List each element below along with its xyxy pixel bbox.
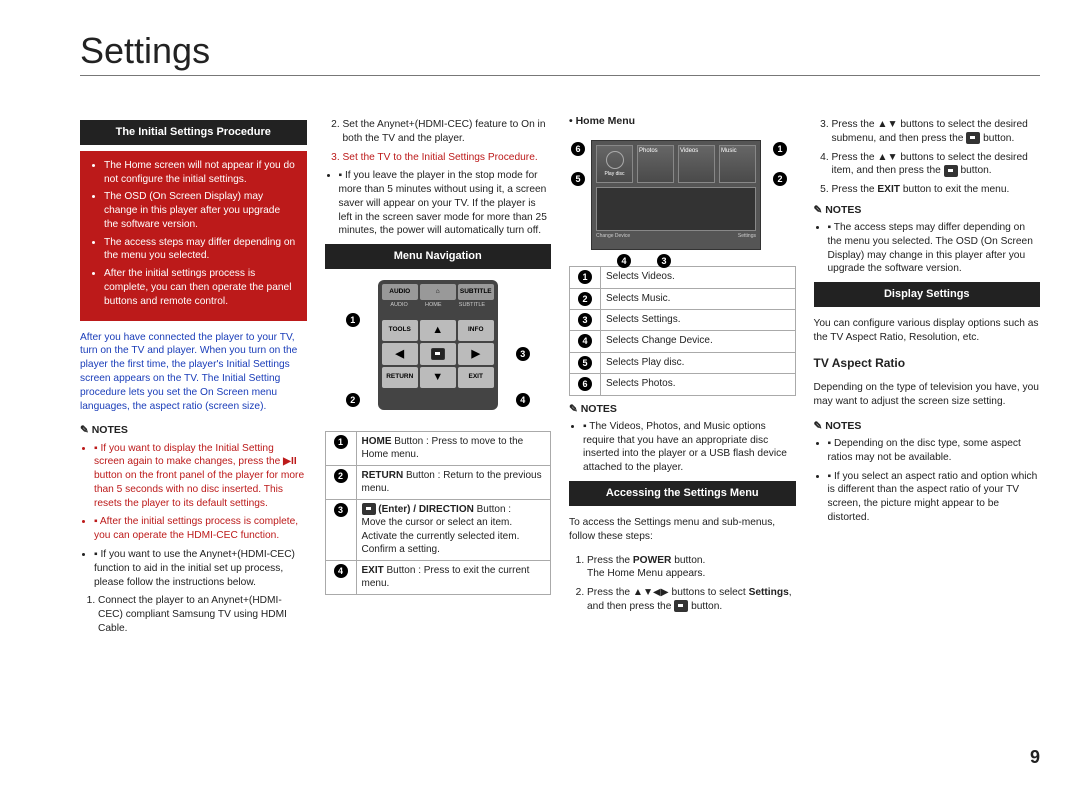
btn-home: ⌂ (420, 284, 456, 300)
red-item: The access steps may differ depending on… (104, 236, 297, 264)
list-item: Press the ▲▼ buttons to select the desir… (832, 151, 1041, 179)
header-menu-nav: Menu Navigation (325, 244, 552, 269)
note-item: After the initial settings process is co… (94, 515, 307, 543)
notes-heading: NOTES (569, 402, 796, 416)
column-3: • Home Menu 1 2 3 4 5 6 Play disc Photos… (569, 114, 796, 641)
tile-large (596, 187, 756, 231)
callout: 6 (571, 142, 585, 156)
home-menu-label: • Home Menu (569, 114, 796, 128)
callout-1: 1 (346, 313, 360, 327)
list-item: Set the Anynet+(HDMI-CEC) feature to On … (343, 118, 552, 146)
callout: 5 (571, 172, 585, 186)
notes-list: If you want to display the Initial Setti… (80, 442, 307, 590)
note-item: The Videos, Photos, and Music options re… (583, 420, 796, 475)
list-item: Connect the player to an Anynet+(HDMI-CE… (98, 594, 307, 635)
remote-diagram: 1 2 3 4 AUDIO ⌂ SUBTITLE AUDIO HOME SUBT… (343, 275, 533, 425)
list-item: Press the ▲▼ buttons to select the desir… (832, 118, 1041, 146)
callout: 1 (773, 142, 787, 156)
red-item: After the initial settings process is co… (104, 267, 297, 308)
column-4: Press the ▲▼ buttons to select the desir… (814, 114, 1041, 641)
column-1: The Initial Settings Procedure The Home … (80, 114, 307, 641)
callout-3: 3 (516, 347, 530, 361)
btn-down: ▼ (420, 367, 456, 388)
table-row: 2RETURN Button : Return to the previous … (325, 465, 551, 499)
list-item: Press the ▲▼◀▶ buttons to select Setting… (587, 586, 796, 614)
note-item: If you want to use the Anynet+(HDMI-CEC)… (94, 548, 307, 589)
note-item: The access steps may differ depending on… (828, 221, 1041, 276)
tile-photos: Photos (637, 145, 674, 183)
btn-up: ▲ (420, 320, 456, 341)
notes-heading: NOTES (814, 419, 1041, 433)
list-item: Press the EXIT button to exit the menu. (832, 183, 1041, 197)
sub-ordered-list: Connect the player to an Anynet+(HDMI-CE… (80, 594, 307, 635)
display-intro: You can configure various display option… (814, 317, 1041, 345)
note-item: If you select an aspect ratio and option… (828, 470, 1041, 525)
header-initial-settings: The Initial Settings Procedure (80, 120, 307, 145)
btn-tools: TOOLS (382, 320, 418, 341)
btn-return: RETURN (382, 367, 418, 388)
column-2: Set the Anynet+(HDMI-CEC) feature to On … (325, 114, 552, 641)
home-screen-graphic: Play disc Photos Videos Music Change Dev… (591, 140, 761, 250)
aspect-ratio-heading: TV Aspect Ratio (814, 355, 1041, 371)
btn-left: ◀ (382, 343, 418, 364)
home-legend-table: 1Selects Videos. 2Selects Music. 3Select… (569, 266, 796, 396)
callout-4: 4 (516, 393, 530, 407)
list-item: Press the POWER button.The Home Menu app… (587, 554, 796, 582)
stop-note: If you leave the player in the stop mode… (325, 169, 552, 238)
callout: 2 (773, 172, 787, 186)
rule-line (80, 75, 1040, 76)
note-item: If you want to display the Initial Setti… (94, 442, 307, 511)
table-row: 3 (Enter) / DIRECTION Button :Move the c… (325, 499, 551, 560)
btn-right: ▶ (458, 343, 494, 364)
aspect-text: Depending on the type of television you … (814, 381, 1041, 409)
columns: The Initial Settings Procedure The Home … (80, 114, 1040, 641)
table-row: 1HOME Button : Press to move to the Home… (325, 431, 551, 465)
header-display-settings: Display Settings (814, 282, 1041, 307)
page-number: 9 (1030, 747, 1040, 768)
btn-info: INFO (458, 320, 494, 341)
table-row: 4EXIT Button : Press to exit the current… (325, 560, 551, 594)
list-item: If you leave the player in the stop mode… (339, 169, 552, 238)
red-item: The Home screen will not appear if you d… (104, 159, 297, 187)
home-footer: Change Device Settings (596, 233, 756, 240)
continued-steps: Press the ▲▼ buttons to select the desir… (814, 118, 1041, 197)
btn-enter (420, 343, 456, 364)
tile-videos: Videos (678, 145, 715, 183)
tile-playdisc: Play disc (596, 145, 633, 183)
callout-2: 2 (346, 393, 360, 407)
access-intro: To access the Settings menu and sub-menu… (569, 516, 796, 544)
notes-heading: NOTES (814, 203, 1041, 217)
remote-legend-table: 1HOME Button : Press to move to the Home… (325, 431, 552, 595)
home-screen-diagram: 1 2 3 4 5 6 Play disc Photos Videos Musi… (569, 132, 789, 262)
tile-music: Music (719, 145, 756, 183)
access-steps: Press the POWER button.The Home Menu app… (569, 554, 796, 614)
red-callout-box: The Home screen will not appear if you d… (80, 151, 307, 321)
aspect-notes: Depending on the disc type, some aspect … (814, 437, 1041, 525)
red-item: The OSD (On Screen Display) may change i… (104, 190, 297, 231)
list-item: Set the TV to the Initial Settings Proce… (343, 151, 552, 165)
notes-heading: NOTES (80, 423, 307, 437)
page-title: Settings (80, 30, 1040, 72)
continued-list: Set the Anynet+(HDMI-CEC) feature to On … (325, 118, 552, 164)
btn-subtitle: SUBTITLE (458, 284, 494, 300)
remote-control-graphic: AUDIO ⌂ SUBTITLE AUDIO HOME SUBTITLE TOO… (378, 280, 498, 410)
intro-paragraph: After you have connected the player to y… (80, 331, 307, 414)
btn-audio: AUDIO (382, 284, 418, 300)
btn-exit: EXIT (458, 367, 494, 388)
note-item: Depending on the disc type, some aspect … (828, 437, 1041, 465)
header-accessing: Accessing the Settings Menu (569, 481, 796, 506)
manual-page: Settings The Initial Settings Procedure … (0, 0, 1080, 788)
